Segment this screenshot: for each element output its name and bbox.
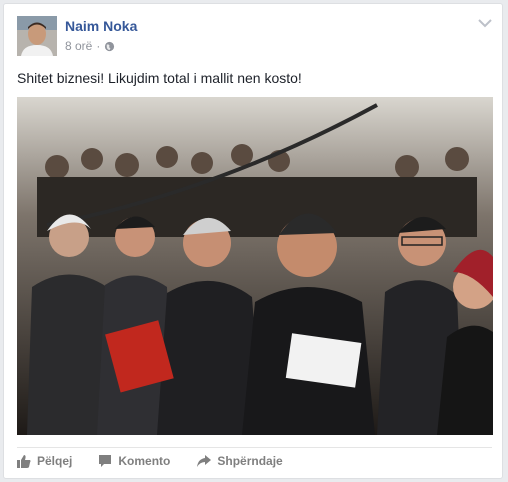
author-name[interactable]: Naim Noka xyxy=(65,18,137,34)
like-label: Pëlqej xyxy=(37,454,73,468)
share-label: Shpërndaje xyxy=(217,454,283,468)
post-photo[interactable] xyxy=(17,97,493,435)
globe-icon[interactable] xyxy=(104,41,115,52)
chevron-down-icon[interactable] xyxy=(478,18,492,28)
like-button[interactable]: Pëlqej xyxy=(17,454,72,468)
avatar[interactable] xyxy=(17,16,57,56)
post-timestamp[interactable]: 8 orë xyxy=(65,39,92,53)
action-divider xyxy=(17,447,492,448)
thumbs-up-icon xyxy=(17,455,31,468)
feed-post: Naim Noka 8 orë · Shitet biznesi! Likujd… xyxy=(3,3,503,479)
comment-button[interactable]: Komento xyxy=(98,454,170,468)
share-button[interactable]: Shpërndaje xyxy=(196,454,283,468)
post-meta: 8 orë · xyxy=(65,39,115,53)
post-text: Shitet biznesi! Likujdim total i mallit … xyxy=(17,70,302,86)
comment-label: Komento xyxy=(118,454,171,468)
action-bar: Pëlqej Komento Shpërndaje xyxy=(17,454,309,468)
comment-icon xyxy=(99,455,112,467)
share-arrow-icon xyxy=(197,455,212,467)
